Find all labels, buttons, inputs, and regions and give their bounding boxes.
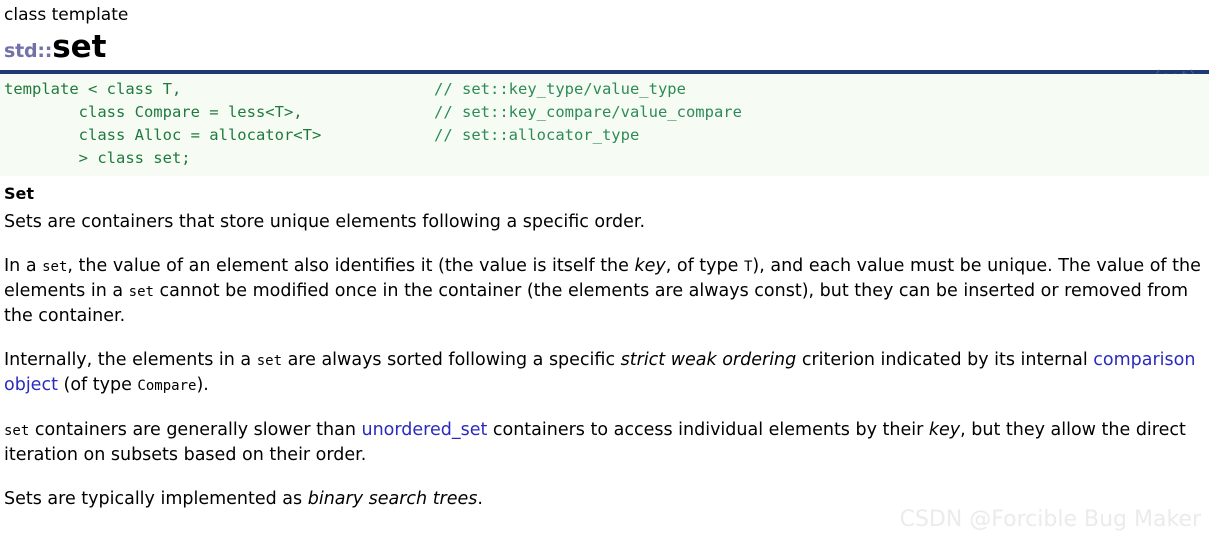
text-fragment: . <box>477 489 483 509</box>
paragraph-value-identity: In a set, the value of an element also i… <box>4 254 1203 328</box>
code-comment: // set::key_type/value_type <box>434 80 686 98</box>
reference-page: class template std::set 〈set〉 template <… <box>0 0 1209 538</box>
emphasis-binary-search-trees: binary search trees <box>307 489 478 509</box>
paragraph-intro: Sets are containers that store unique el… <box>4 210 1203 234</box>
paragraph-ordering: Internally, the elements in a set are al… <box>4 348 1203 398</box>
code-declaration: class Compare = less<T>, <box>4 103 303 121</box>
code-comment: // set::key_compare/value_compare <box>434 103 742 121</box>
inline-code-set: set <box>42 259 68 275</box>
text-fragment: criterion indicated by its internal <box>796 350 1094 370</box>
code-declaration: template < class T, <box>4 80 182 98</box>
template-signature-code-block: template < class T, // set::key_type/valu… <box>0 74 1209 176</box>
page-title-row: std::set 〈set〉 <box>4 28 1209 86</box>
code-line: > class set; <box>4 147 1209 170</box>
inline-code-set: set <box>4 423 30 439</box>
emphasis-key: key <box>928 420 961 440</box>
page-title: std::set <box>4 28 1209 71</box>
paragraph-performance: set containers are generally slower than… <box>4 418 1203 467</box>
text-fragment: containers to access individual elements… <box>487 420 929 440</box>
emphasis-key: key <box>634 256 666 276</box>
paragraph-text: Sets are containers that store unique el… <box>4 212 646 232</box>
link-unordered-set[interactable]: unordered_set <box>361 420 487 440</box>
code-line: class Alloc = allocator<T> // set::alloca… <box>4 124 1209 147</box>
text-fragment: (of type <box>57 375 138 395</box>
text-fragment: Internally, the elements in a <box>4 350 257 370</box>
title-namespace: std:: <box>4 40 53 62</box>
text-fragment: , the value of an element also identifie… <box>67 256 635 276</box>
text-fragment: In a <box>4 256 43 276</box>
code-declaration: class Alloc = allocator<T> <box>4 126 322 144</box>
inline-code-set: set <box>128 284 154 300</box>
section-heading: Set <box>4 184 35 203</box>
code-line: template < class T, // set::key_type/valu… <box>4 78 1209 101</box>
paragraph-implementation: Sets are typically implemented as binary… <box>4 487 1203 511</box>
emphasis-strict-weak-ordering: strict weak ordering <box>620 350 797 370</box>
code-comment: // set::allocator_type <box>434 126 640 144</box>
page-header: class template std::set 〈set〉 <box>0 0 1209 86</box>
code-line: class Compare = less<T>, // set::key_comp… <box>4 101 1209 124</box>
article-content: Set Sets are containers that store uniqu… <box>0 184 1209 511</box>
text-fragment: are always sorted following a specific <box>282 350 621 370</box>
text-fragment: Sets are typically implemented as <box>4 489 308 509</box>
inline-code-set: set <box>256 353 283 369</box>
page-kicker: class template <box>4 5 129 25</box>
inline-code-compare: Compare <box>137 378 197 394</box>
code-declaration: > class set; <box>4 149 191 167</box>
text-fragment: cannot be modified once in the container… <box>4 281 1188 326</box>
text-fragment: , of type <box>665 256 744 276</box>
title-name: set <box>52 29 107 65</box>
text-fragment: ). <box>196 375 209 395</box>
text-fragment: containers are generally slower than <box>29 420 362 440</box>
